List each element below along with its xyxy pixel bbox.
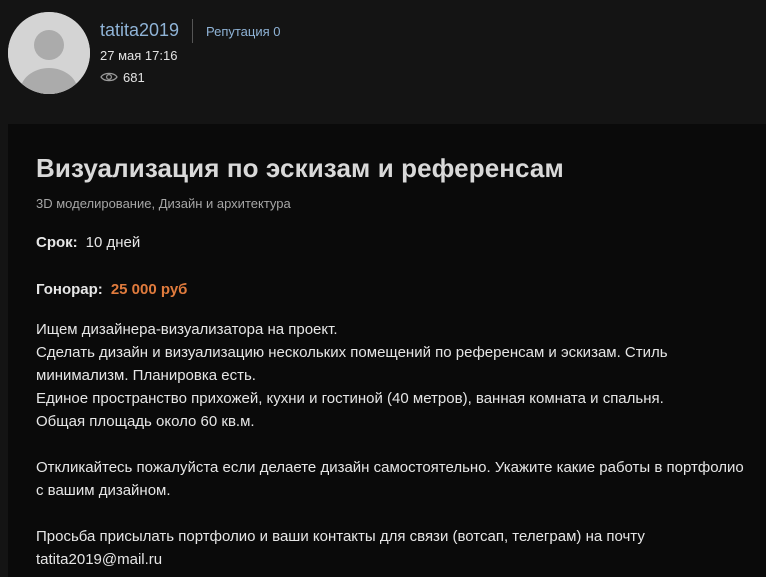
project-term: Срок: 10 дней: [36, 234, 140, 251]
post-date: 27 мая 17:16: [100, 48, 178, 63]
project-fee: Гонорар: 25 000 руб: [36, 281, 187, 298]
author-header: tatita2019 Репутация 0 27 мая 17:16 681: [0, 0, 766, 116]
eye-icon: [100, 71, 118, 83]
fee-label: Гонорар:: [36, 281, 103, 298]
author-username-link[interactable]: tatita2019: [100, 20, 179, 41]
term-label: Срок:: [36, 234, 78, 251]
view-count: 681: [123, 69, 145, 85]
description-paragraph: Просьба присылать портфолио и ваши конта…: [36, 528, 645, 568]
author-reputation[interactable]: Репутация 0: [206, 24, 281, 39]
user-avatar[interactable]: [8, 12, 90, 94]
project-card: Визуализация по эскизам и референсам 3D …: [8, 124, 766, 577]
project-title: Визуализация по эскизам и референсам: [36, 153, 564, 183]
description-paragraph: Ищем дизайнера-визуализатора на проект. …: [36, 321, 668, 430]
term-value: 10 дней: [85, 234, 141, 251]
view-counter: 681: [100, 68, 145, 86]
header-divider: [192, 19, 193, 43]
project-description: Ищем дизайнера-визуализатора на проект. …: [36, 318, 751, 571]
description-paragraph: Откликайтесь пожалуйста если делаете диз…: [36, 459, 744, 499]
project-categories: 3D моделирование, Дизайн и архитектура: [36, 196, 291, 211]
fee-value: 25 000 руб: [110, 281, 188, 298]
default-user-avatar-icon: [8, 12, 90, 94]
